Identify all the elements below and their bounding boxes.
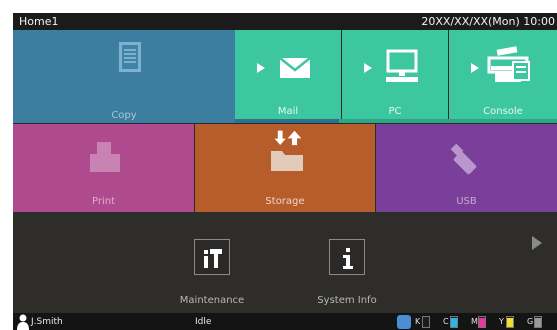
toner-bar	[450, 316, 458, 328]
mail-label: Mail	[277, 106, 299, 117]
storage-tile[interactable]: Storage	[195, 124, 375, 212]
toner-bar	[506, 316, 514, 328]
usb-label: USB	[456, 196, 477, 207]
toner-fill	[507, 318, 513, 327]
copy-tile-shadow	[235, 119, 339, 123]
print-tile[interactable]: Print	[13, 124, 194, 212]
status-bar: J.Smith Idle K C M Y G	[13, 313, 557, 330]
maintenance-label: Maintenance	[179, 295, 245, 306]
usb-icon	[450, 143, 477, 175]
storage-label: Storage	[265, 196, 305, 207]
maintenance-button[interactable]	[194, 239, 230, 275]
print-icon	[90, 142, 120, 172]
console-label: Console	[483, 106, 523, 117]
toner-bar	[534, 316, 542, 328]
toner-fill	[479, 318, 485, 327]
toner-fill	[451, 318, 457, 327]
copy-icon	[119, 42, 141, 72]
machine-status: Idle	[195, 317, 212, 327]
maintenance-icon	[204, 249, 222, 268]
date-time: 20XX/XX/XX(Mon) 10:00	[421, 15, 555, 28]
toner-letter: G	[527, 317, 534, 326]
pc-icon	[386, 49, 418, 82]
pc-label: PC	[388, 106, 402, 117]
scan-tiles-shadow	[339, 119, 557, 123]
app-area	[13, 212, 557, 313]
mail-icon	[279, 57, 311, 78]
pc-tile[interactable]: PC	[342, 30, 448, 119]
info-icon	[343, 248, 353, 269]
console-icon	[487, 46, 530, 82]
usb-tile[interactable]: USB	[376, 124, 557, 212]
toner-status-icon[interactable]	[397, 315, 411, 329]
home-screen: Home1 20XX/XX/XX(Mon) 10:00 Copy Mail PC…	[13, 13, 557, 330]
toner-letter: Y	[499, 317, 504, 326]
toner-bar	[422, 316, 430, 328]
copy-label: Copy	[111, 110, 137, 121]
toner-fill	[535, 318, 541, 327]
screen-title: Home1	[19, 15, 59, 28]
mail-tile[interactable]: Mail	[235, 30, 341, 119]
toner-letter: C	[443, 317, 449, 326]
expand-arrow-icon	[471, 63, 479, 73]
toner-bar	[478, 316, 486, 328]
user-icon	[17, 314, 29, 330]
next-page-arrow-icon[interactable]	[530, 235, 544, 251]
toner-fill	[423, 325, 429, 327]
toner-letter: K	[415, 317, 421, 326]
user-name: J.Smith	[31, 317, 63, 327]
console-tile[interactable]: Console	[449, 30, 557, 119]
expand-arrow-icon	[257, 63, 265, 73]
title-bar: Home1 20XX/XX/XX(Mon) 10:00	[13, 13, 557, 30]
toner-letter: M	[471, 317, 478, 326]
print-label: Print	[91, 196, 115, 207]
copy-tile[interactable]: Copy	[13, 30, 235, 123]
system-info-button[interactable]	[329, 239, 365, 275]
system-info-label: System Info	[317, 295, 377, 306]
storage-icon	[271, 130, 303, 171]
expand-arrow-icon	[364, 63, 372, 73]
